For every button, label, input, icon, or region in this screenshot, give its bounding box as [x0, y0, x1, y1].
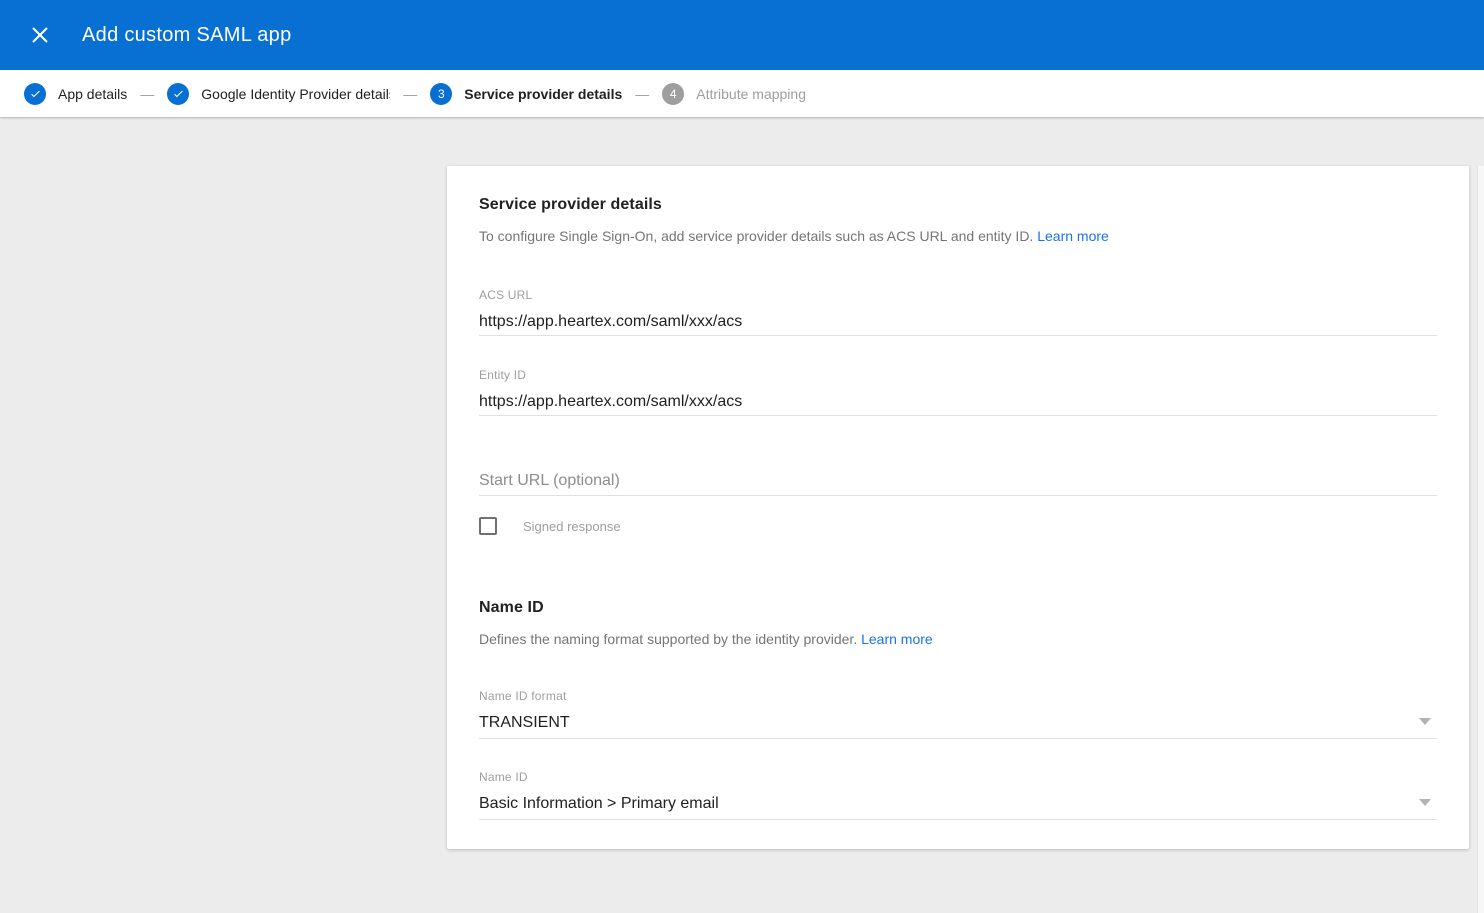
name-id-format-label: Name ID format [479, 689, 1437, 703]
name-id-format-select[interactable]: TRANSIENT [479, 712, 1437, 739]
step-label: Google Identity Provider details [201, 86, 390, 102]
signed-response-label: Signed response [523, 519, 621, 534]
entity-id-input[interactable] [479, 391, 1437, 416]
name-id-format-field-group: Name ID format TRANSIENT [479, 689, 1437, 739]
entity-id-field-group: Entity ID [479, 368, 1437, 416]
content-area: Service provider details To configure Si… [0, 166, 1484, 913]
entity-id-label: Entity ID [479, 368, 1437, 382]
learn-more-link[interactable]: Learn more [861, 631, 933, 647]
acs-url-label: ACS URL [479, 288, 1437, 302]
name-id-value: Basic Information > Primary email [479, 793, 719, 815]
step-completed-check-icon [167, 83, 189, 105]
step-attribute-mapping[interactable]: 4 Attribute mapping [662, 83, 806, 105]
section-description: Defines the naming format supported by t… [479, 630, 1437, 649]
step-separator: — [403, 86, 417, 102]
step-label: Attribute mapping [696, 86, 806, 102]
acs-url-field-group: ACS URL [479, 288, 1437, 336]
start-url-input[interactable] [479, 470, 1437, 496]
section-heading-name-id: Name ID [479, 598, 1437, 618]
step-label: App details [58, 86, 127, 102]
learn-more-link[interactable]: Learn more [1037, 228, 1109, 244]
description-text: To configure Single Sign-On, add service… [479, 228, 1033, 244]
close-icon[interactable] [22, 17, 58, 53]
dialog-title: Add custom SAML app [82, 24, 292, 47]
name-id-select[interactable]: Basic Information > Primary email [479, 793, 1437, 820]
dropdown-arrow-icon [1419, 718, 1431, 725]
step-number-badge: 3 [430, 83, 452, 105]
dialog-header: Add custom SAML app [0, 0, 1484, 70]
step-label: Service provider details [464, 86, 622, 102]
signed-response-checkbox[interactable] [479, 517, 497, 535]
step-number-badge: 4 [662, 83, 684, 105]
step-app-details[interactable]: App details [24, 83, 127, 105]
acs-url-input[interactable] [479, 311, 1437, 336]
step-separator: — [140, 86, 154, 102]
name-id-field-group: Name ID Basic Information > Primary emai… [479, 770, 1437, 820]
section-heading-service-provider: Service provider details [479, 166, 1437, 215]
name-id-label: Name ID [479, 770, 1437, 784]
stepper: App details — Google Identity Provider d… [0, 70, 1484, 117]
description-text: Defines the naming format supported by t… [479, 631, 857, 647]
service-provider-card: Service provider details To configure Si… [447, 166, 1469, 849]
step-service-provider-details[interactable]: 3 Service provider details [430, 83, 622, 105]
name-id-format-value: TRANSIENT [479, 712, 570, 734]
step-google-idp-details[interactable]: Google Identity Provider details [167, 83, 390, 105]
section-description: To configure Single Sign-On, add service… [479, 227, 1437, 246]
vertical-scrollbar[interactable] [1477, 166, 1484, 913]
start-url-field-group [479, 470, 1437, 496]
signed-response-row: Signed response [479, 515, 1437, 537]
dropdown-arrow-icon [1419, 799, 1431, 806]
step-separator: — [635, 86, 649, 102]
step-completed-check-icon [24, 83, 46, 105]
